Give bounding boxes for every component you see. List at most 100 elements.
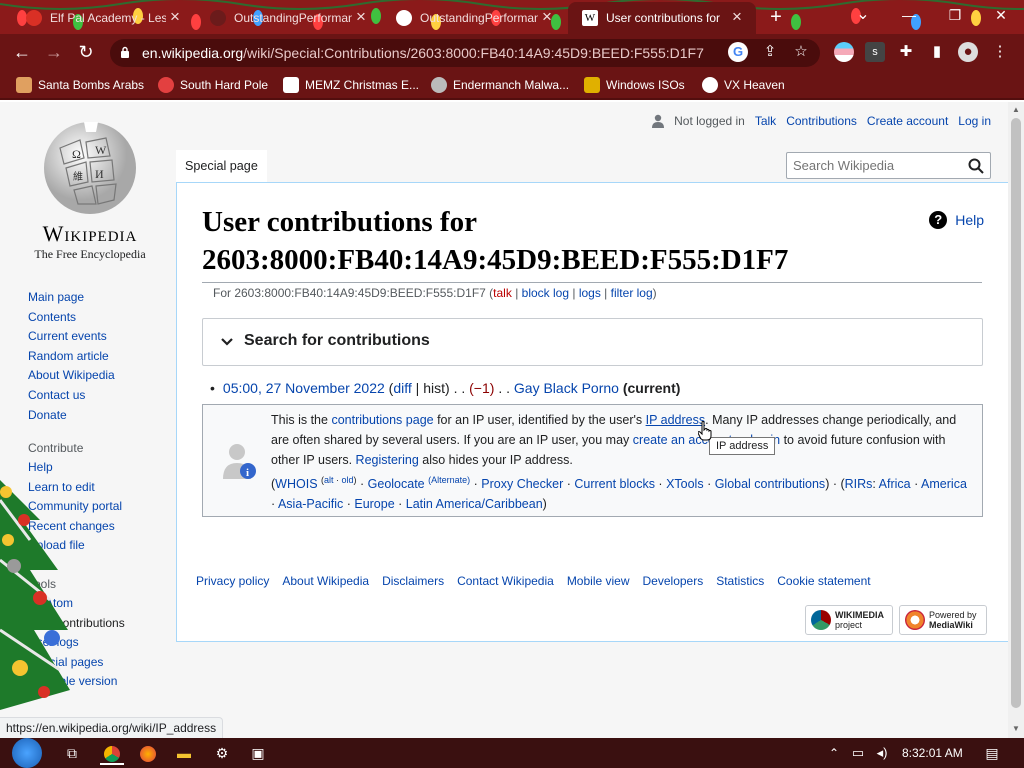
- rir-europe-link[interactable]: Europe: [354, 497, 394, 511]
- bookmark-item[interactable]: South Hard Pole: [158, 76, 268, 94]
- side-panel-icon[interactable]: ▮: [927, 42, 947, 62]
- talk-subtitle-link[interactable]: talk: [493, 286, 512, 300]
- rir-africa-link[interactable]: Africa: [879, 477, 911, 491]
- bookmark-item[interactable]: VX Heaven: [702, 76, 785, 94]
- scroll-down-arrow-icon[interactable]: ▼: [1012, 724, 1020, 734]
- file-explorer-icon[interactable]: ▬: [172, 741, 196, 765]
- help-label[interactable]: Help: [955, 212, 984, 228]
- sidebar-item-main-page[interactable]: Main page: [28, 288, 115, 308]
- network-icon[interactable]: ▭: [846, 741, 870, 765]
- sidebar-item-about-wikipedia[interactable]: About Wikipedia: [28, 366, 115, 386]
- app-taskbar-icon[interactable]: ▣: [246, 741, 270, 765]
- wikipedia-logo[interactable]: Ω W И 維 Wikipedia The Free Encyclopedia: [28, 118, 152, 261]
- close-tab-icon[interactable]: ×: [728, 8, 746, 27]
- sidebar-item-help[interactable]: Help: [28, 458, 122, 478]
- tab-search-button[interactable]: ⌄: [840, 0, 886, 32]
- settings-gear-icon[interactable]: ⚙: [210, 741, 234, 765]
- maximize-button[interactable]: ❐: [932, 0, 978, 32]
- block-log-link[interactable]: block log: [522, 286, 569, 300]
- footer-contact[interactable]: Contact Wikipedia: [457, 574, 554, 588]
- scroll-up-arrow-icon[interactable]: ▲: [1012, 105, 1020, 115]
- close-tab-icon[interactable]: ×: [538, 8, 556, 27]
- bookmark-star-icon[interactable]: ☆: [791, 42, 811, 62]
- close-tab-icon[interactable]: ×: [352, 8, 370, 27]
- filter-log-link[interactable]: filter log: [611, 286, 653, 300]
- footer-disclaimers[interactable]: Disclaimers: [382, 574, 444, 588]
- footer-mobile-view[interactable]: Mobile view: [567, 574, 630, 588]
- diff-link[interactable]: diff: [393, 380, 411, 396]
- current-blocks-link[interactable]: Current blocks: [574, 477, 655, 491]
- chrome-taskbar-icon[interactable]: [100, 741, 124, 765]
- geolocate-link[interactable]: Geolocate: [368, 477, 425, 491]
- rir-latin-america-link[interactable]: Latin America/Caribbean: [406, 497, 543, 511]
- page-scrollbar[interactable]: ▲ ▼: [1008, 102, 1024, 738]
- sidebar-item-current-events[interactable]: Current events: [28, 327, 115, 347]
- reload-icon[interactable]: ↻: [74, 40, 98, 64]
- global-contributions-link[interactable]: Global contributions: [715, 477, 825, 491]
- contributions-link[interactable]: Contributions: [786, 114, 857, 128]
- search-icon[interactable]: [968, 158, 984, 174]
- notifications-icon[interactable]: ▤: [980, 741, 1004, 765]
- footer-statistics[interactable]: Statistics: [716, 574, 764, 588]
- xtools-link[interactable]: XTools: [666, 477, 704, 491]
- whois-link[interactable]: WHOIS: [275, 477, 317, 491]
- proxy-checker-link[interactable]: Proxy Checker: [481, 477, 563, 491]
- talk-link[interactable]: Talk: [755, 114, 776, 128]
- browser-tab-1[interactable]: OutstandingPerformance ×: [196, 2, 380, 34]
- minimize-button[interactable]: —: [886, 0, 932, 32]
- registering-link[interactable]: Registering: [356, 453, 419, 467]
- browser-tab-3-active[interactable]: W User contributions for ×: [568, 2, 756, 34]
- search-input[interactable]: [787, 153, 957, 178]
- contributions-page-link[interactable]: contributions page: [331, 413, 433, 427]
- new-tab-button[interactable]: +: [764, 6, 788, 30]
- tab-special-page[interactable]: Special page: [176, 150, 267, 182]
- login-link[interactable]: Log in: [958, 114, 991, 128]
- entry-timestamp-link[interactable]: 05:00, 27 November 2022: [223, 380, 385, 396]
- extension-s-icon[interactable]: s: [865, 42, 885, 62]
- scrollbar-thumb[interactable]: [1011, 118, 1021, 708]
- close-window-button[interactable]: ✕: [978, 0, 1024, 32]
- volume-icon[interactable]: ◂): [870, 741, 894, 765]
- whois-alt-link[interactable]: alt: [324, 475, 334, 485]
- footer-cookie-statement[interactable]: Cookie statement: [777, 574, 870, 588]
- whois-old-link[interactable]: old: [342, 475, 354, 485]
- footer-privacy-policy[interactable]: Privacy policy: [196, 574, 269, 588]
- footer-about[interactable]: About Wikipedia: [282, 574, 369, 588]
- sidebar-item-donate[interactable]: Donate: [28, 406, 115, 426]
- browser-tab-2[interactable]: OutstandingPerformance ×: [382, 2, 566, 34]
- rir-america-link[interactable]: America: [921, 477, 967, 491]
- browser-tab-0[interactable]: Elf Pal Academy - Lesso ×: [12, 2, 194, 34]
- logs-link[interactable]: logs: [579, 286, 601, 300]
- footer-developers[interactable]: Developers: [643, 574, 704, 588]
- sidebar-item-contact-us[interactable]: Contact us: [28, 386, 115, 406]
- profile-avatar-icon[interactable]: ●: [958, 42, 978, 62]
- page-link[interactable]: Gay Black Porno: [514, 380, 619, 396]
- sidebar-item-contents[interactable]: Contents: [28, 308, 115, 328]
- close-tab-icon[interactable]: ×: [166, 8, 184, 27]
- rir-asia-pacific-link[interactable]: Asia-Pacific: [278, 497, 343, 511]
- firefox-taskbar-icon[interactable]: [136, 741, 160, 765]
- bookmark-item[interactable]: Windows ISOs: [584, 76, 685, 94]
- back-arrow-icon[interactable]: ←: [10, 40, 34, 64]
- taskbar-clock[interactable]: 8:32:01 AM: [902, 738, 963, 768]
- show-hidden-icons-chevron-icon[interactable]: ⌃: [822, 741, 846, 765]
- bookmark-item[interactable]: MEMZ Christmas E...: [283, 76, 419, 94]
- create-account-link[interactable]: Create account: [867, 114, 948, 128]
- start-button-icon[interactable]: [12, 738, 42, 768]
- sidebar-item-random-article[interactable]: Random article: [28, 347, 115, 367]
- wikimedia-project-badge[interactable]: WIKIMEDIA project: [805, 605, 893, 635]
- rirs-link[interactable]: RIRs: [845, 477, 873, 491]
- help-link[interactable]: ? Help: [929, 211, 984, 229]
- forward-arrow-icon[interactable]: →: [42, 40, 66, 64]
- powered-by-mediawiki-badge[interactable]: Powered by MediaWiki: [899, 605, 987, 635]
- extension-flag-icon[interactable]: [834, 42, 854, 62]
- share-icon[interactable]: ⇪: [760, 42, 780, 62]
- menu-kebab-icon[interactable]: ⋮: [990, 42, 1010, 62]
- ip-address-link[interactable]: IP address: [646, 413, 706, 427]
- geolocate-alternate-link[interactable]: (Alternate): [428, 475, 470, 485]
- search-contributions-expander[interactable]: Search for contributions: [202, 318, 983, 366]
- extensions-puzzle-icon[interactable]: ✚: [896, 42, 916, 62]
- google-icon[interactable]: G: [728, 42, 748, 62]
- bookmark-item[interactable]: Santa Bombs Arabs: [16, 76, 144, 94]
- address-bar[interactable]: en.wikipedia.org/wiki/Special:Contributi…: [110, 39, 820, 67]
